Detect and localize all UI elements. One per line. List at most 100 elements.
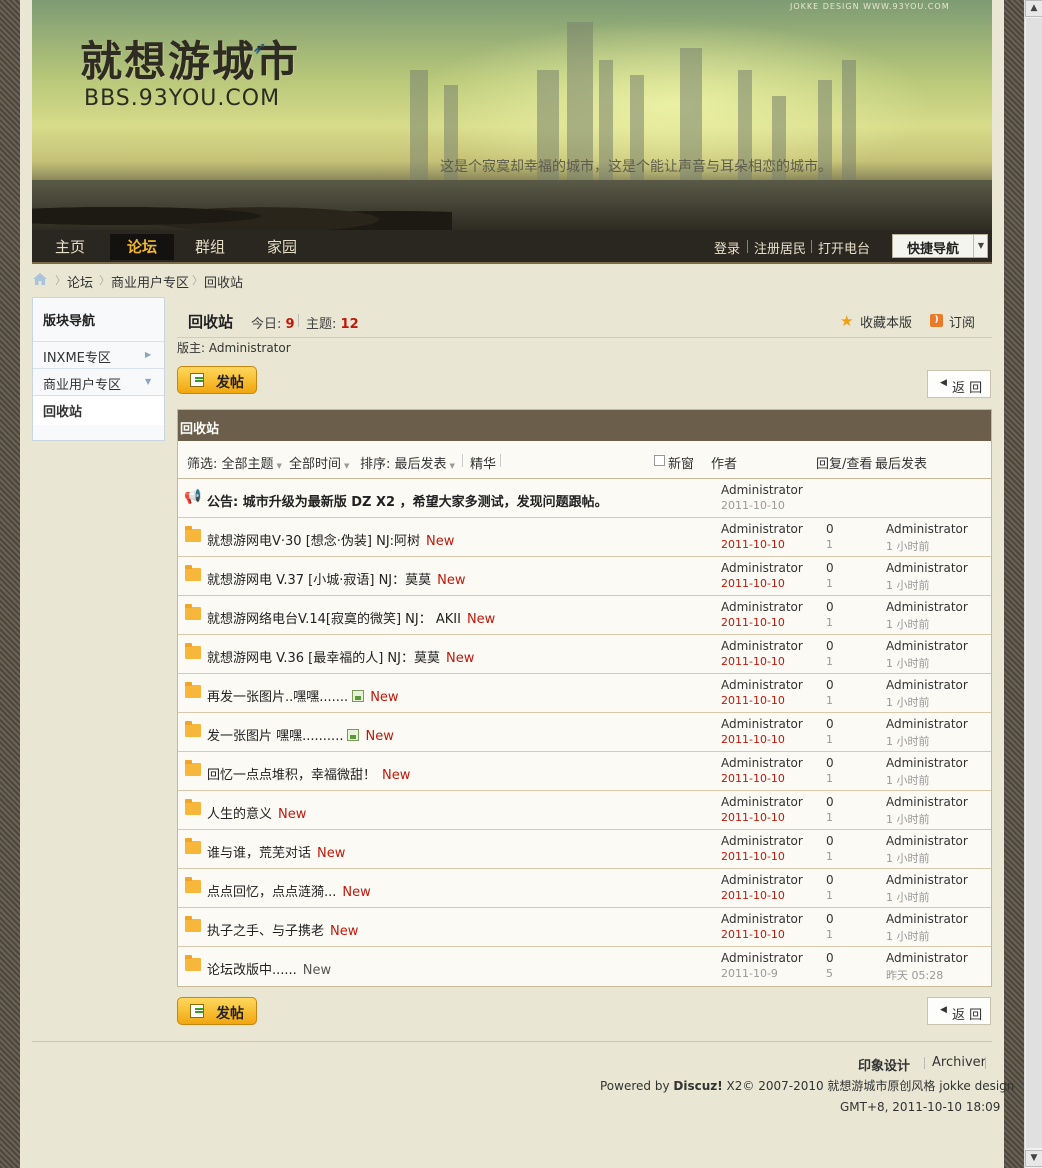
last-poster[interactable]: Administrator <box>886 873 968 887</box>
breadcrumb-forum[interactable]: 论坛 <box>67 272 93 291</box>
announcement-row[interactable]: 📢 公告: 城市升级为最新版 DZ X2 ，希望大家多测试，发现问题跟帖。 Ad… <box>178 479 991 518</box>
sort-dropdown[interactable]: 排序: 最后发表 ▼ <box>360 453 455 472</box>
last-post-time[interactable]: 1 小时前 <box>886 811 930 827</box>
breadcrumb-recycle[interactable]: 回收站 <box>204 272 243 291</box>
nav-item-groups[interactable]: 群组 <box>182 234 238 260</box>
thread-author[interactable]: Administrator <box>721 912 803 926</box>
star-icon[interactable]: ★ <box>840 312 853 330</box>
thread-author[interactable]: Administrator <box>721 756 803 770</box>
footer-brand-link[interactable]: 印象设计 <box>858 1055 910 1074</box>
register-link[interactable]: 注册居民 <box>754 238 806 257</box>
discuz-link[interactable]: Discuz! <box>673 1079 722 1093</box>
sidebar-item-business[interactable]: 商业用户专区 ▼ <box>33 368 164 394</box>
back-button[interactable]: ◀ 返 回 <box>927 370 991 398</box>
last-poster[interactable]: Administrator <box>886 717 968 731</box>
breadcrumb-business[interactable]: 商业用户专区 <box>111 272 189 291</box>
table-row[interactable]: 再发一张图片..嘿嘿....... New Administrator 2011-10… <box>178 674 991 713</box>
thread-author[interactable]: Administrator <box>721 873 803 887</box>
thread-title[interactable]: 论坛改版中...... New <box>207 959 331 978</box>
last-post-time[interactable]: 1 小时前 <box>886 616 930 632</box>
new-post-button[interactable]: 发帖 <box>177 366 257 394</box>
table-row[interactable]: 就想游网电 V.37 [小城·寂语] NJ：莫莫 New Administrator… <box>178 557 991 596</box>
last-poster[interactable]: Administrator <box>886 951 968 965</box>
table-row[interactable]: 人生的意义 New Administrator 2011-10-10 0 1 Adminis… <box>178 791 991 830</box>
last-poster[interactable]: Administrator <box>886 834 968 848</box>
last-poster[interactable]: Administrator <box>886 561 968 575</box>
last-post-time[interactable]: 1 小时前 <box>886 733 930 749</box>
thread-author[interactable]: Administrator <box>721 678 803 692</box>
announcement-title[interactable]: 公告: 城市升级为最新版 DZ X2 ，希望大家多测试，发现问题跟帖。 <box>207 491 608 510</box>
sidebar-item-inxme[interactable]: INXME专区 ▶ <box>33 341 164 367</box>
thread-title[interactable]: 谁与谁，荒芜对话 New <box>207 842 345 861</box>
last-poster[interactable]: Administrator <box>886 600 968 614</box>
nav-item-home[interactable]: 主页 <box>42 234 98 260</box>
thread-title[interactable]: 人生的意义 New <box>207 803 306 822</box>
vertical-scrollbar[interactable]: ▲ ▼ <box>1024 0 1042 1168</box>
new-post-button-bottom[interactable]: 发帖 <box>177 997 257 1025</box>
last-post-time[interactable]: 1 小时前 <box>886 655 930 671</box>
nav-item-home-space[interactable]: 家园 <box>254 234 310 260</box>
login-link[interactable]: 登录 <box>714 238 740 257</box>
new-window-label[interactable]: 新窗 <box>668 453 694 472</box>
thread-author[interactable]: Administrator <box>721 639 803 653</box>
archiver-link[interactable]: Archiver <box>932 1055 986 1070</box>
thread-title[interactable]: 点点回忆，点点涟漪... New <box>207 881 371 900</box>
sidebar-item-recycle[interactable]: 回收站 <box>33 395 164 425</box>
last-poster[interactable]: Administrator <box>886 795 968 809</box>
thread-author[interactable]: Administrator <box>721 795 803 809</box>
last-post-time[interactable]: 1 小时前 <box>886 928 930 944</box>
nav-item-forum[interactable]: 论坛 <box>110 234 174 260</box>
table-row[interactable]: 回忆一点点堆积，幸福微甜！ New Administrator 2011-10-10 0… <box>178 752 991 791</box>
last-post-time[interactable]: 1 小时前 <box>886 850 930 866</box>
thread-author[interactable]: Administrator <box>721 522 803 536</box>
last-poster[interactable]: Administrator <box>886 678 968 692</box>
site-logo-url[interactable]: BBS.93YOU.COM <box>84 86 280 111</box>
thread-title[interactable]: 再发一张图片..嘿嘿....... New <box>207 686 399 705</box>
last-poster[interactable]: Administrator <box>886 756 968 770</box>
quick-nav-button[interactable]: 快捷导航 ▼ <box>892 234 988 258</box>
scroll-down-icon[interactable]: ▼ <box>1025 1150 1042 1167</box>
last-poster[interactable]: Administrator <box>886 522 968 536</box>
thread-title[interactable]: 发一张图片 嘿嘿.......... New <box>207 725 394 744</box>
thread-title[interactable]: 就想游网电V·30 [想念·伪装] NJ:阿树 New <box>207 530 454 549</box>
table-row[interactable]: 就想游网络电台V.14[寂寞的微笑] NJ： AKII New Administra… <box>178 596 991 635</box>
table-row[interactable]: 论坛改版中...... New Administrator 2011-10-9 0 5 Ad… <box>178 947 991 986</box>
thread-author[interactable]: Administrator <box>721 834 803 848</box>
last-poster[interactable]: Administrator <box>886 912 968 926</box>
thread-title[interactable]: 就想游网电 V.36 [最幸福的人] NJ：莫莫 New <box>207 647 474 666</box>
thread-title[interactable]: 回忆一点点堆积，幸福微甜！ New <box>207 764 410 783</box>
thread-author[interactable]: Administrator <box>721 483 803 497</box>
table-row[interactable]: 点点回忆，点点涟漪... New Administrator 2011-10-10 0 1… <box>178 869 991 908</box>
last-post-time[interactable]: 1 小时前 <box>886 889 930 905</box>
scroll-thumb[interactable] <box>1026 18 1042 1148</box>
table-row[interactable]: 就想游网电 V.36 [最幸福的人] NJ：莫莫 New Administrator… <box>178 635 991 674</box>
thread-author[interactable]: Administrator <box>721 561 803 575</box>
thread-author[interactable]: Administrator <box>721 717 803 731</box>
thread-author[interactable]: Administrator <box>721 951 803 965</box>
table-row[interactable]: 发一张图片 嘿嘿.......... New Administrator 2011-1… <box>178 713 991 752</box>
last-post-time[interactable]: 1 小时前 <box>886 694 930 710</box>
last-post-time[interactable]: 昨天 05:28 <box>886 967 943 983</box>
thread-title[interactable]: 就想游网络电台V.14[寂寞的微笑] NJ： AKII New <box>207 608 495 627</box>
new-window-checkbox[interactable] <box>654 455 665 466</box>
table-row[interactable]: 执子之手、与子携老 New Administrator 2011-10-10 0 1 Adm… <box>178 908 991 947</box>
home-icon[interactable] <box>33 273 47 285</box>
subscribe-link[interactable]: 订阅 <box>949 312 975 331</box>
digest-filter[interactable]: 精华 <box>470 453 496 472</box>
favorite-forum-link[interactable]: 收藏本版 <box>860 312 912 331</box>
filter-time-dropdown[interactable]: 全部时间 ▼ <box>289 453 349 472</box>
last-poster[interactable]: Administrator <box>886 639 968 653</box>
rss-icon[interactable]: ) <box>930 314 943 327</box>
radio-link[interactable]: 打开电台 <box>818 238 870 257</box>
thread-title[interactable]: 执子之手、与子携老 New <box>207 920 358 939</box>
back-button-bottom[interactable]: ◀ 返 回 <box>927 997 991 1025</box>
thread-title[interactable]: 就想游网电 V.37 [小城·寂语] NJ：莫莫 New <box>207 569 465 588</box>
thread-author[interactable]: Administrator <box>721 600 803 614</box>
last-post-time[interactable]: 1 小时前 <box>886 772 930 788</box>
filter-type-dropdown[interactable]: 筛选: 全部主题 ▼ <box>187 453 282 472</box>
table-row[interactable]: 就想游网电V·30 [想念·伪装] NJ:阿树 New Administrator 2… <box>178 518 991 557</box>
last-post-time[interactable]: 1 小时前 <box>886 577 930 593</box>
scroll-up-icon[interactable]: ▲ <box>1025 0 1042 17</box>
last-post-time[interactable]: 1 小时前 <box>886 538 930 554</box>
table-row[interactable]: 谁与谁，荒芜对话 New Administrator 2011-10-10 0 1 Admi… <box>178 830 991 869</box>
